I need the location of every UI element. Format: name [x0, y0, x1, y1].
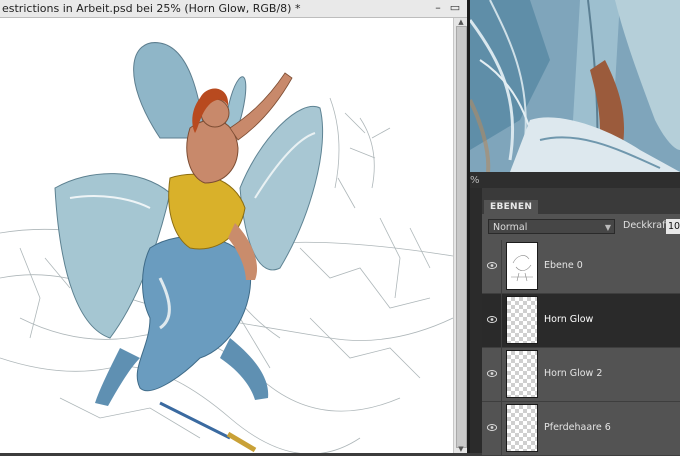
layer-thumbnail [506, 350, 538, 398]
layer-name: Horn Glow [544, 314, 594, 325]
layer-thumbnail [506, 296, 538, 344]
opacity-field[interactable]: 100 [666, 219, 680, 234]
document-window: estrictions in Arbeit.psd bei 25% (Horn … [0, 0, 468, 453]
layer-name: Ebene 0 [544, 260, 583, 271]
tab-ebenen[interactable]: EBENEN [484, 200, 539, 214]
layer-thumbnail [506, 404, 538, 452]
layer-row-horn-glow-2[interactable]: Horn Glow 2 [482, 348, 680, 402]
panel-tabbar: EBENEN [482, 188, 680, 214]
minimize-button[interactable]: – [430, 1, 446, 15]
document-title: estrictions in Arbeit.psd bei 25% (Horn … [2, 2, 301, 15]
layer-row-ebene-0[interactable]: Ebene 0 [482, 240, 680, 294]
layers-panel: EBENEN Normal ▼ Deckkraft: 100 Ebene 0 H… [482, 188, 680, 456]
blend-mode-select[interactable]: Normal ▼ [488, 219, 615, 234]
panel-dock-gutter [470, 188, 482, 453]
visibility-toggle[interactable] [482, 348, 502, 401]
layer-thumbnail [506, 242, 538, 290]
sketch-thumbnail [511, 255, 533, 282]
eye-icon [487, 316, 497, 323]
chevron-down-icon: ▼ [604, 223, 611, 232]
visibility-toggle[interactable] [482, 240, 502, 293]
reference-illustration [470, 0, 680, 172]
eye-icon [487, 370, 497, 377]
document-titlebar[interactable]: estrictions in Arbeit.psd bei 25% (Horn … [0, 0, 467, 18]
scrollbar-thumb[interactable] [456, 26, 467, 448]
zoom-indicator: % [470, 175, 480, 186]
scroll-down-icon[interactable]: ▼ [454, 445, 468, 453]
reference-statusbar [470, 172, 680, 188]
eye-icon [487, 424, 497, 431]
vertical-scrollbar[interactable]: ▲ ▼ [453, 18, 468, 453]
reference-artwork-view[interactable] [470, 0, 680, 172]
eye-icon [487, 262, 497, 269]
opacity-label: Deckkraft: [623, 220, 673, 231]
blend-mode-value: Normal [493, 222, 528, 233]
layer-name: Pferdehaare 6 [544, 422, 611, 433]
document-canvas[interactable] [0, 18, 453, 453]
layer-row-horn-glow[interactable]: Horn Glow [482, 294, 680, 348]
maximize-button[interactable]: ▭ [447, 1, 463, 15]
artwork-illustration [0, 42, 453, 453]
visibility-toggle[interactable] [482, 294, 502, 347]
layer-name: Horn Glow 2 [544, 368, 603, 379]
visibility-toggle[interactable] [482, 402, 502, 455]
scroll-up-icon[interactable]: ▲ [454, 18, 468, 26]
layer-row-pferdehaare-6[interactable]: Pferdehaare 6 [482, 402, 680, 456]
